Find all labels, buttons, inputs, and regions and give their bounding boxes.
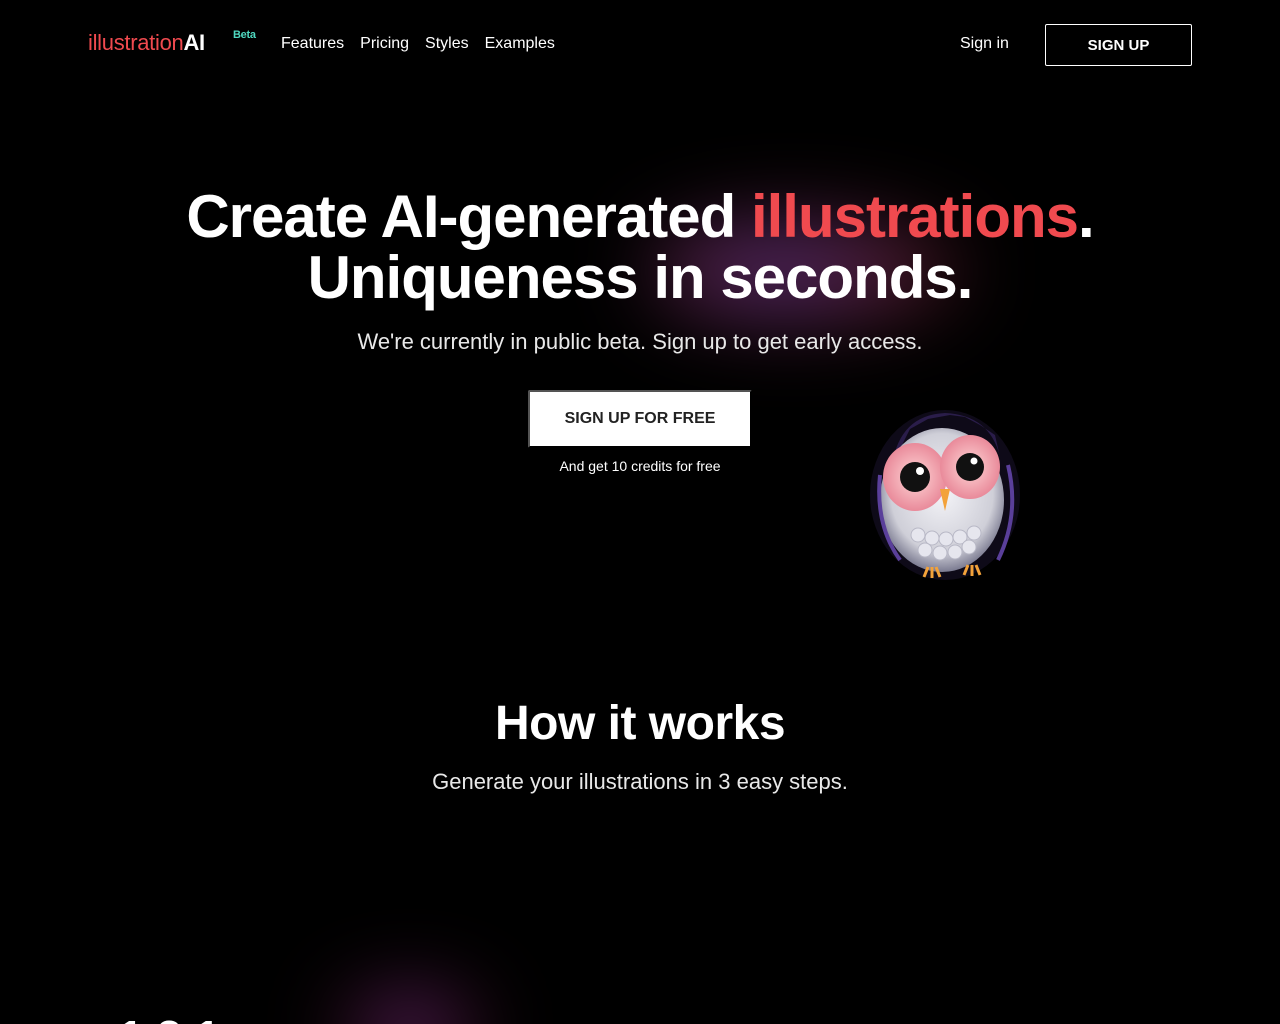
logo[interactable]: illustrationAI Beta (88, 29, 256, 56)
hero-title-prefix: Create AI-generated (186, 183, 751, 250)
logo-text-illustration: illustration (88, 30, 184, 55)
nav-link-styles[interactable]: Styles (425, 35, 469, 53)
hero-subtitle: We're currently in public beta. Sign up … (357, 329, 923, 354)
nav-link-features[interactable]: Features (281, 35, 344, 53)
hero-title-accent: illustrations (750, 183, 1079, 250)
next-section-heading: 1 2 1 (118, 1010, 220, 1024)
sign-up-free-button[interactable]: SIGN UP FOR FREE (528, 390, 752, 448)
nav-link-pricing[interactable]: Pricing (360, 35, 409, 53)
hero-title-line2: Uniqueness in seconds. (307, 244, 974, 311)
sign-in-link[interactable]: Sign in (960, 35, 1009, 53)
logo-text-ai: AI (183, 30, 205, 55)
how-it-works-subtitle: Generate your illustrations in 3 easy st… (432, 769, 848, 794)
main-nav: Features Pricing Styles Examples (281, 35, 555, 53)
site-header: illustrationAI Beta Features Pricing Sty… (0, 0, 1280, 90)
owl-illustration (870, 410, 1020, 580)
cta-note: And get 10 credits for free (559, 458, 721, 474)
nav-link-examples[interactable]: Examples (485, 35, 555, 53)
hero-title-suffix: . (1078, 183, 1095, 250)
how-it-works-title: How it works (494, 697, 786, 750)
section-glow (340, 990, 480, 1024)
sign-up-button[interactable]: SIGN UP (1045, 24, 1192, 66)
hero-title: Create AI-generated illustrations. Uniqu… (0, 186, 1280, 308)
beta-badge: Beta (233, 29, 256, 41)
